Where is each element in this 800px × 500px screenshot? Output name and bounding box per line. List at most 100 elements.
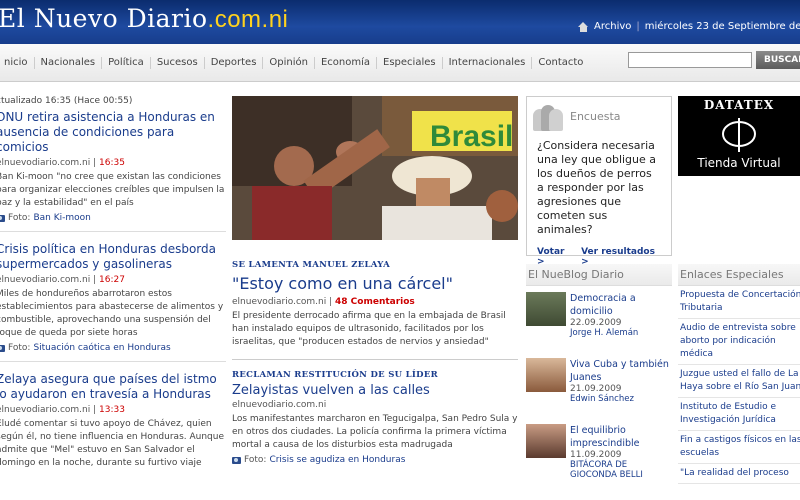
news-summary: Eludé comentar si tuvo apoyo de Chávez, … bbox=[0, 419, 224, 468]
blog-thumbnail[interactable] bbox=[526, 358, 566, 392]
hero-photo-illustration: Brasil bbox=[232, 96, 518, 240]
news-meta: elnuevodiario.com.ni | 13:33 bbox=[0, 405, 226, 415]
ad-brand: DATATEX bbox=[703, 98, 775, 112]
special-link[interactable]: Propuesta de Concertación Tributaria bbox=[678, 286, 800, 319]
story-summary: Los manifestantes marcharon en Tegucigal… bbox=[232, 414, 518, 450]
people-icon bbox=[531, 101, 565, 131]
blog-entry: Viva Cuba y también Juanes 21.09.2009 Edwi… bbox=[526, 358, 672, 416]
photo-label: Foto: bbox=[244, 455, 267, 465]
photo-label: Foto: bbox=[8, 343, 31, 353]
nav-item-deportes[interactable]: Deportes bbox=[205, 57, 264, 69]
nav-item-contacto[interactable]: Contacto bbox=[532, 57, 589, 69]
news-item: Zelaya asegura que países del istmo lo a… bbox=[0, 372, 226, 481]
news-time: 16:27 bbox=[99, 275, 125, 285]
nav-item-internacionales[interactable]: Internacionales bbox=[443, 57, 533, 69]
photo-caption[interactable]: Ban Ki-moon bbox=[33, 213, 90, 223]
news-summary: Ban Ki-moon "no cree que existan las con… bbox=[0, 172, 225, 208]
news-source: elnuevodiario.com.ni bbox=[0, 275, 91, 285]
site-header: El Nuevo Diario.com.ni Archivo | miércol… bbox=[0, 0, 800, 44]
blog-date: 11.09.2009 bbox=[570, 450, 622, 460]
news-meta: elnuevodiario.com.ni | 16:35 bbox=[0, 158, 226, 168]
camera-icon bbox=[0, 214, 5, 222]
main-story: SE LAMENTA MANUEL ZELAYA "Estoy como en … bbox=[232, 260, 518, 360]
story-meta: elnuevodiario.com.ni | 48 Comentarios bbox=[232, 297, 415, 307]
special-link[interactable]: Instituto de Estudio e Investigación Jur… bbox=[678, 398, 800, 431]
nav-item-especiales[interactable]: Especiales bbox=[377, 57, 443, 69]
story-summary: El presidente derrocado afirma que en la… bbox=[232, 311, 506, 347]
search-button[interactable]: BUSCAR bbox=[756, 51, 800, 69]
photo-label: Foto: bbox=[8, 213, 31, 223]
news-headline[interactable]: Zelaya asegura que países del istmo lo a… bbox=[0, 372, 226, 402]
site-logo[interactable]: El Nuevo Diario.com.ni bbox=[0, 4, 288, 34]
blog-author[interactable]: Jorge H. Alemán bbox=[570, 328, 672, 338]
blog-author[interactable]: BITÁCORA DE GIOCONDA BELLI bbox=[570, 460, 672, 480]
news-item: Crisis política en Honduras desborda sup… bbox=[0, 242, 226, 362]
blog-title[interactable]: El equilibrio imprescindible bbox=[570, 424, 672, 450]
news-summary: Miles de hondureños abarrotaron estos es… bbox=[0, 289, 224, 338]
second-story: RECLAMAN RESTITUCIÓN DE SU LÍDER Zelayis… bbox=[232, 370, 518, 465]
camera-icon bbox=[232, 456, 241, 464]
advertisement-banner[interactable]: DATATEX Tienda Virtual bbox=[678, 96, 800, 176]
blog-date: 22.09.2009 bbox=[570, 318, 622, 328]
archive-link[interactable]: Archivo bbox=[594, 21, 631, 32]
news-headline[interactable]: Crisis política en Honduras desborda sup… bbox=[0, 242, 226, 272]
blog-thumbnail[interactable] bbox=[526, 424, 566, 458]
poll-box: Encuesta ¿Considera necesaria una ley qu… bbox=[526, 96, 672, 267]
latest-news-column: ctualizado 16:35 (Hace 00:55) ONU retira… bbox=[0, 96, 226, 491]
poll-question: ¿Considera necesaria una ley que obligue… bbox=[537, 139, 657, 236]
special-link[interactable]: Juzgue usted el fallo de La Haya sobre e… bbox=[678, 365, 800, 398]
nav-item-opinion[interactable]: Opinión bbox=[263, 57, 315, 69]
divider: | bbox=[636, 21, 640, 32]
nav-item-inicio[interactable]: nicio bbox=[0, 57, 35, 69]
featured-column: Brasil SE LAMENTA MANUEL ZELAYA "Estoy c… bbox=[232, 96, 518, 465]
blog-title[interactable]: Democracia a domicilio bbox=[570, 292, 672, 318]
story-kicker: SE LAMENTA MANUEL ZELAYA bbox=[232, 260, 390, 270]
blog-thumbnail[interactable] bbox=[526, 292, 566, 326]
special-link[interactable]: Audio de entrevista sobre aborto por ind… bbox=[678, 319, 800, 365]
logo-name: El Nuevo Diario bbox=[0, 4, 208, 33]
news-meta: elnuevodiario.com.ni | 16:27 bbox=[0, 275, 226, 285]
hero-photo[interactable]: Brasil bbox=[232, 96, 518, 240]
news-source: elnuevodiario.com.ni bbox=[0, 158, 91, 168]
special-links: Enlaces Especiales Propuesta de Concerta… bbox=[678, 264, 800, 484]
photo-caption[interactable]: Situación caótica en Honduras bbox=[33, 343, 170, 353]
news-time: 16:35 bbox=[99, 158, 125, 168]
blog-heading: El NueBlog Diario bbox=[526, 264, 672, 286]
ad-text: Tienda Virtual bbox=[697, 156, 781, 170]
updated-timestamp: ctualizado 16:35 (Hace 00:55) bbox=[0, 96, 133, 106]
main-headline[interactable]: "Estoy como en una cárcel" bbox=[232, 274, 518, 293]
story-source: elnuevodiario.com.ni bbox=[232, 297, 327, 307]
blog-title[interactable]: Viva Cuba y también Juanes bbox=[570, 358, 672, 384]
photo-link[interactable]: Foto: Ban Ki-moon bbox=[0, 213, 226, 223]
news-headline[interactable]: ONU retira asistencia a Honduras en ause… bbox=[0, 110, 226, 155]
poll-header: Encuesta bbox=[527, 97, 671, 135]
blog-entry: El equilibrio imprescindible 11.09.2009 BI… bbox=[526, 424, 672, 482]
nav-item-economia[interactable]: Economía bbox=[315, 57, 378, 69]
home-icon[interactable] bbox=[578, 21, 589, 32]
nav-item-politica[interactable]: Política bbox=[102, 57, 151, 69]
nav-item-sucesos[interactable]: Sucesos bbox=[151, 57, 205, 69]
story-kicker: RECLAMAN RESTITUCIÓN DE SU LÍDER bbox=[232, 370, 438, 380]
photo-link[interactable]: Foto: Crisis se agudiza en Honduras bbox=[232, 455, 518, 465]
story-source: elnuevodiario.com.ni bbox=[232, 400, 327, 410]
special-link[interactable]: "La realidad del proceso bbox=[678, 464, 800, 484]
photo-caption[interactable]: Crisis se agudiza en Honduras bbox=[269, 455, 405, 465]
header-tools: Archivo | miércoles 23 de Septiembre de … bbox=[578, 21, 800, 32]
photo-link[interactable]: Foto: Situación caótica en Honduras bbox=[0, 343, 226, 353]
news-item: ONU retira asistencia a Honduras en ause… bbox=[0, 110, 226, 232]
news-time: 13:33 bbox=[99, 405, 125, 415]
blog-entry: Democracia a domicilio 22.09.2009 Jorge H.… bbox=[526, 292, 672, 350]
blog-section: El NueBlog Diario Democracia a domicilio… bbox=[526, 264, 672, 490]
hero-banner-text: Brasil bbox=[430, 120, 513, 153]
comments-link[interactable]: 48 Comentarios bbox=[335, 297, 415, 307]
current-date: miércoles 23 de Septiembre de 2 bbox=[644, 21, 800, 32]
blog-author[interactable]: Edwin Sánchez bbox=[570, 394, 672, 404]
nav-item-nacionales[interactable]: Nacionales bbox=[35, 57, 103, 69]
links-heading: Enlaces Especiales bbox=[678, 264, 800, 286]
second-headline[interactable]: Zelayistas vuelven a las calles bbox=[232, 383, 518, 398]
news-source: elnuevodiario.com.ni bbox=[0, 405, 91, 415]
ad-logo-icon bbox=[722, 118, 756, 152]
camera-icon bbox=[0, 344, 5, 352]
search-input[interactable] bbox=[628, 52, 752, 68]
special-link[interactable]: Fin a castigos físicos en las escuelas bbox=[678, 431, 800, 464]
